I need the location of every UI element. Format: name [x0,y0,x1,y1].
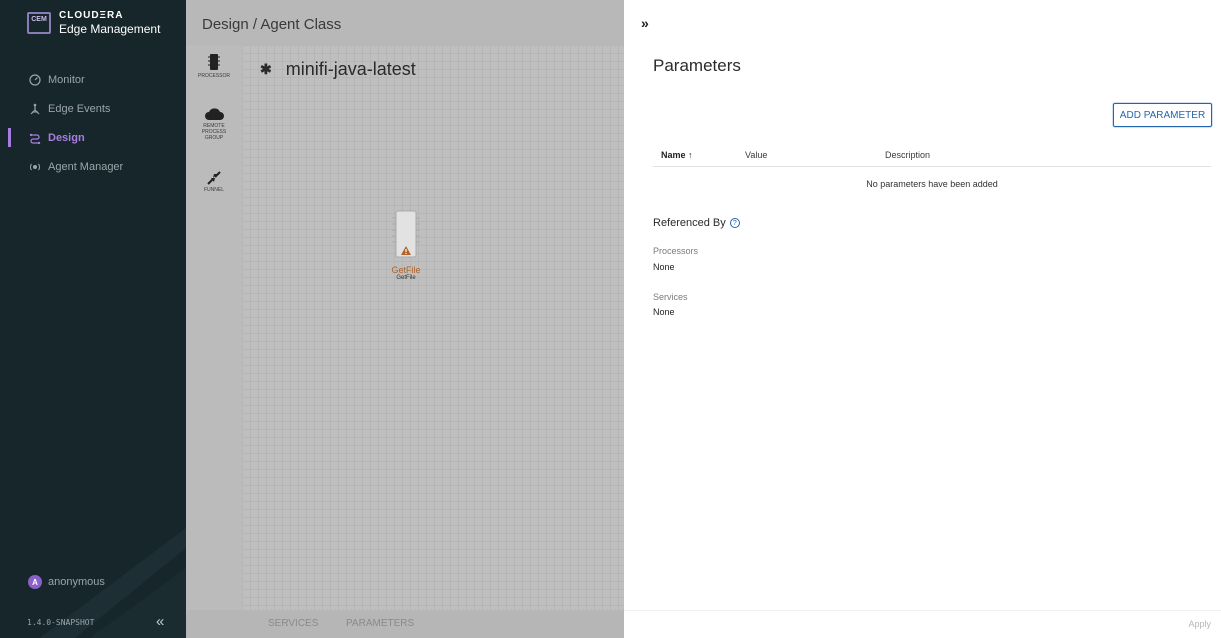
processors-value: None [653,262,675,272]
breadcrumb: Design / Agent Class [202,16,342,33]
agent-manager-icon [28,160,42,174]
processor-type: GetFile [396,275,416,281]
help-icon[interactable]: ? [729,218,740,228]
parameters-table-header: Name ↑ Value Description [653,147,1211,167]
palette-processor-label: PROCESSOR [198,73,230,79]
referenced-by-label: Referenced By [653,217,726,229]
collapse-sidebar-icon[interactable]: « [156,613,164,630]
user-name: anonymous [48,576,105,588]
sidebar-item-design[interactable]: Design [0,123,186,152]
flow-canvas[interactable] [242,45,624,638]
palette-rpg-label-3: GROUP [204,135,224,141]
empty-parameters-message: No parameters have been added [866,179,998,189]
user-menu[interactable]: A anonymous [28,575,105,589]
sidebar-item-label: Agent Manager [48,160,124,173]
palette-funnel[interactable]: FUNNEL [186,171,242,193]
designer-header: Design / Agent Class [186,0,624,45]
processor-chip-icon [392,210,420,258]
designer-bottom-tabs: SERVICES PARAMETERS [186,610,624,638]
column-name[interactable]: Name ↑ [661,150,693,160]
parameters-panel: » Parameters ADD PARAMETER Name ↑ Value … [624,0,1221,638]
flow-title: ✱ minifi-java-latest [260,59,416,80]
sidebar: CEM CLOUDΞRA Edge Management Monitor Edg… [0,0,186,638]
flow-name: minifi-java-latest [285,59,416,79]
palette-funnel-label: FUNNEL [203,187,224,193]
palette-processor[interactable]: PROCESSOR [186,53,242,79]
sidebar-item-label: Monitor [48,73,85,86]
brand-name: CLOUDΞRA [59,10,124,21]
flow-designer: Design / Agent Class PROCESSOR REMOTE PR… [186,0,624,638]
referenced-by-heading: Referenced By ? [653,217,740,229]
processor-icon [208,54,220,70]
tab-parameters[interactable]: PARAMETERS [346,618,414,629]
cloud-icon [205,108,224,120]
product-name: Edge Management [59,22,161,36]
collapse-panel-icon[interactable]: » [641,15,649,31]
design-flow-icon [28,131,42,145]
processor-name: GetFile [391,265,421,275]
processors-label: Processors [653,246,699,256]
flow-marker-icon: ✱ [260,61,272,77]
sidebar-nav: Monitor Edge Events Design Agent Manager [0,65,186,181]
sort-arrow-icon: ↑ [688,150,693,160]
avatar: A [28,575,42,589]
processor-getfile[interactable]: GetFile GetFile [389,210,423,281]
services-label: Services [653,292,688,302]
palette-remote-process-group[interactable]: REMOTE PROCESS GROUP [186,107,242,141]
cem-logo-icon: CEM [27,12,51,34]
services-value: None [653,307,675,317]
tab-services[interactable]: SERVICES [268,618,318,629]
version-label: 1.4.0-SNAPSHOT [27,618,95,627]
brand[interactable]: CEM CLOUDΞRA Edge Management [27,10,160,36]
panel-title: Parameters [653,56,741,75]
funnel-icon [207,171,221,185]
panel-footer: Apply [624,610,1221,638]
sidebar-item-label: Design [48,131,85,144]
component-palette: PROCESSOR REMOTE PROCESS GROUP FUNNEL [186,45,242,638]
apply-button[interactable]: Apply [1188,619,1211,629]
edge-events-icon [28,102,42,116]
column-name-label: Name [661,150,686,160]
sidebar-item-label: Edge Events [48,102,111,115]
monitor-gauge-icon [28,73,42,87]
sidebar-item-edge-events[interactable]: Edge Events [0,94,186,123]
column-value: Value [745,150,768,160]
add-parameter-button[interactable]: ADD PARAMETER [1113,103,1212,127]
sidebar-item-monitor[interactable]: Monitor [0,65,186,94]
sidebar-item-agent-manager[interactable]: Agent Manager [0,152,186,181]
column-description: Description [885,150,931,160]
